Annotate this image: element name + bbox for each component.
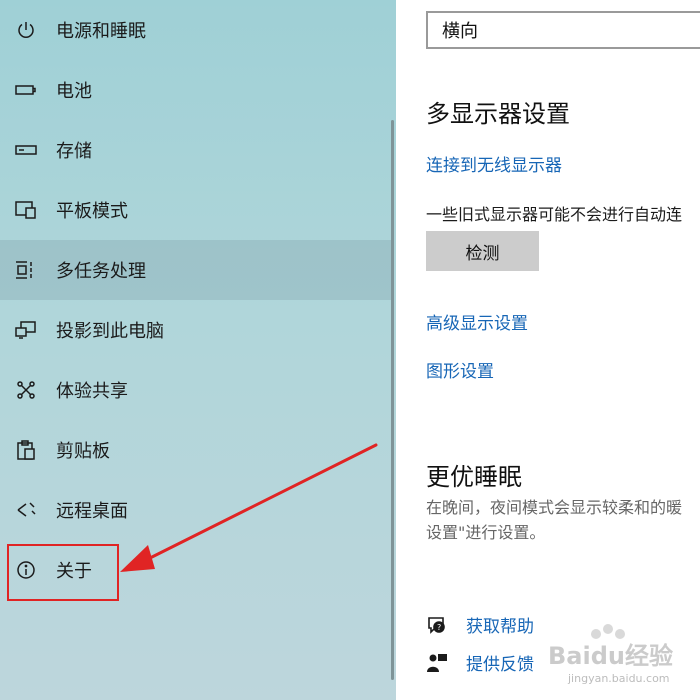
sidebar-item-label: 多任务处理 [56, 261, 146, 282]
sidebar-item-about[interactable]: 关于 [0, 540, 392, 600]
sidebar-item-label: 远程桌面 [56, 501, 128, 522]
sidebar-item-label: 关于 [56, 561, 92, 582]
chat-help-icon: ? [426, 614, 448, 636]
sidebar-item-label: 电池 [56, 81, 92, 102]
sidebar-item-storage[interactable]: 存储 [0, 120, 392, 180]
power-icon [14, 18, 38, 42]
orientation-value: 横向 [442, 21, 478, 42]
sidebar-item-clipboard[interactable]: 剪贴板 [0, 420, 392, 480]
better-sleep-description-line2: 设置"进行设置。 [426, 523, 546, 542]
graphics-settings-link[interactable]: 图形设置 [426, 357, 494, 382]
sidebar-item-label: 剪贴板 [56, 441, 110, 462]
get-help-row[interactable]: ? 获取帮助 [426, 612, 534, 637]
sidebar-item-shared-experiences[interactable]: 体验共享 [0, 360, 392, 420]
better-sleep-title: 更优睡眠 [426, 463, 522, 491]
sidebar-item-label: 电源和睡眠 [56, 21, 146, 42]
projecting-icon [14, 318, 38, 342]
sidebar-item-label: 投影到此电脑 [56, 321, 164, 342]
orientation-dropdown[interactable]: 横向 [426, 11, 700, 49]
storage-icon [14, 138, 38, 162]
better-sleep-description-line1: 在晚间，夜间模式会显示较柔和的暖 [426, 498, 683, 517]
give-feedback-row[interactable]: 提供反馈 [426, 650, 534, 675]
sidebar-scrollbar[interactable] [391, 120, 394, 680]
multi-display-description: 一些旧式显示器可能不会进行自动连 [426, 205, 683, 224]
detect-button[interactable]: 检测 [426, 231, 539, 271]
tablet-mode-icon [14, 198, 38, 222]
sidebar-item-remote-desktop[interactable]: 远程桌面 [0, 480, 392, 540]
sidebar-item-tablet-mode[interactable]: 平板模式 [0, 180, 392, 240]
svg-text:?: ? [437, 623, 441, 632]
feedback-icon [426, 652, 448, 674]
battery-icon [14, 78, 38, 102]
sidebar-item-label: 体验共享 [56, 381, 128, 402]
get-help-link[interactable]: 获取帮助 [466, 612, 534, 637]
clipboard-icon [14, 438, 38, 462]
settings-content: 横向 多显示器设置 连接到无线显示器 一些旧式显示器可能不会进行自动连 检测 高… [396, 0, 700, 700]
settings-sidebar: 电源和睡眠 电池 存储 平板模式 多任务处理 投影到此电脑 体验共享 剪贴板 远… [0, 0, 396, 700]
advanced-display-settings-link[interactable]: 高级显示设置 [426, 309, 528, 334]
connect-wireless-display-link[interactable]: 连接到无线显示器 [426, 151, 562, 176]
sidebar-item-projecting[interactable]: 投影到此电脑 [0, 300, 392, 360]
remote-desktop-icon [14, 498, 38, 522]
multi-display-title: 多显示器设置 [426, 100, 570, 128]
sidebar-item-power-sleep[interactable]: 电源和睡眠 [0, 0, 392, 60]
info-icon [14, 558, 38, 582]
give-feedback-link[interactable]: 提供反馈 [466, 650, 534, 675]
sidebar-item-battery[interactable]: 电池 [0, 60, 392, 120]
sidebar-item-label: 存储 [56, 141, 92, 162]
sidebar-item-multitasking[interactable]: 多任务处理 [0, 240, 392, 300]
shared-experiences-icon [14, 378, 38, 402]
sidebar-item-label: 平板模式 [56, 201, 128, 222]
multitasking-icon [14, 258, 38, 282]
